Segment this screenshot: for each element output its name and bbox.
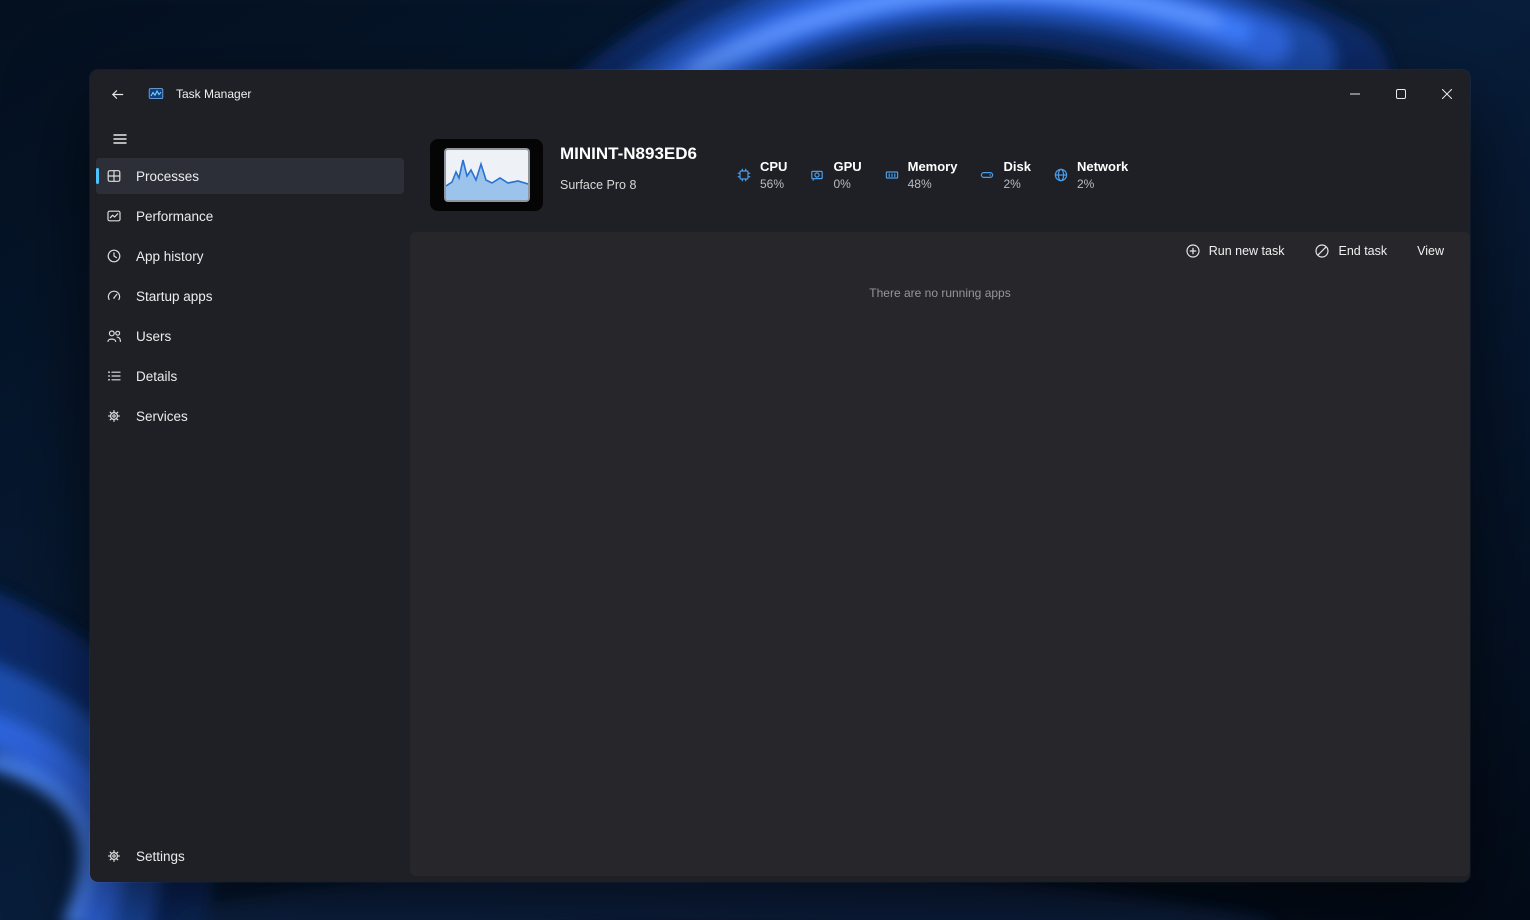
back-arrow-icon <box>110 87 125 102</box>
device-header: MININT-N893ED6 Surface Pro 8 CP <box>410 118 1470 232</box>
stat-gpu: GPU 0% <box>809 159 861 191</box>
stat-label: Network <box>1077 159 1128 174</box>
processes-icon <box>106 168 122 184</box>
minimize-button[interactable] <box>1332 70 1378 118</box>
stat-value: 2% <box>1077 177 1128 191</box>
services-icon <box>106 408 122 424</box>
stat-label: Memory <box>908 159 958 174</box>
sidebar-item-app-history[interactable]: App history <box>96 238 404 274</box>
stat-value: 56% <box>760 177 787 191</box>
sidebar-item-label: Services <box>136 409 188 424</box>
sidebar-item-processes[interactable]: Processes <box>96 158 404 194</box>
maximize-button[interactable] <box>1378 70 1424 118</box>
sidebar-item-label: Processes <box>136 169 199 184</box>
run-new-task-button[interactable]: Run new task <box>1185 243 1285 259</box>
sidebar-item-details[interactable]: Details <box>96 358 404 394</box>
stat-label: GPU <box>833 159 861 174</box>
device-model: Surface Pro 8 <box>560 178 636 192</box>
sidebar: Processes Performance App history <box>90 118 410 882</box>
close-icon <box>1442 89 1452 99</box>
settings-gear-icon <box>106 848 122 864</box>
sidebar-nav: Processes Performance App history <box>90 158 410 434</box>
hamburger-icon <box>112 131 128 147</box>
back-button[interactable] <box>102 79 132 109</box>
sidebar-item-label: Details <box>136 369 177 384</box>
end-task-label: End task <box>1338 244 1387 258</box>
main-content: MININT-N893ED6 Surface Pro 8 CP <box>410 118 1470 882</box>
sidebar-item-settings[interactable]: Settings <box>96 838 404 874</box>
sidebar-item-label: Performance <box>136 209 213 224</box>
end-task-icon <box>1314 243 1330 259</box>
disk-icon <box>979 167 995 183</box>
memory-icon <box>884 167 900 183</box>
details-icon <box>106 368 122 384</box>
titlebar: Task Manager <box>90 70 1470 118</box>
sidebar-item-startup-apps[interactable]: Startup apps <box>96 278 404 314</box>
device-thumbnail <box>430 139 543 211</box>
stat-label: Disk <box>1003 159 1030 174</box>
navigation-menu-button[interactable] <box>104 124 136 154</box>
window-controls <box>1332 70 1470 118</box>
task-manager-window: Task Manager <box>90 70 1470 882</box>
network-globe-icon <box>1053 167 1069 183</box>
sidebar-item-performance[interactable]: Performance <box>96 198 404 234</box>
cpu-icon <box>736 167 752 183</box>
view-label: View <box>1417 244 1444 258</box>
window-title: Task Manager <box>176 87 251 101</box>
empty-state-message: There are no running apps <box>410 286 1470 300</box>
sidebar-item-label: Settings <box>136 849 185 864</box>
maximize-icon <box>1396 89 1406 99</box>
startup-apps-icon <box>106 288 122 304</box>
device-name: MININT-N893ED6 <box>560 144 697 164</box>
sidebar-item-label: App history <box>136 249 204 264</box>
device-thumbnail-screen <box>446 150 528 200</box>
stat-cpu: CPU 56% <box>736 159 787 191</box>
processes-toolbar: Run new task End task View <box>1185 243 1444 259</box>
stat-value: 2% <box>1003 177 1030 191</box>
task-manager-app-icon <box>148 86 164 102</box>
selection-indicator <box>96 168 99 184</box>
performance-icon <box>106 208 122 224</box>
minimize-icon <box>1350 89 1360 99</box>
stat-value: 0% <box>833 177 861 191</box>
stat-memory: Memory 48% <box>884 159 958 191</box>
sidebar-item-label: Startup apps <box>136 289 213 304</box>
system-stats: CPU 56% GPU 0% <box>736 118 1128 232</box>
run-new-task-icon <box>1185 243 1201 259</box>
stat-disk: Disk 2% <box>979 159 1030 191</box>
processes-panel: Run new task End task View There are no … <box>410 232 1470 876</box>
close-button[interactable] <box>1424 70 1470 118</box>
gpu-icon <box>809 167 825 183</box>
app-history-icon <box>106 248 122 264</box>
users-icon <box>106 328 122 344</box>
sidebar-item-users[interactable]: Users <box>96 318 404 354</box>
view-button[interactable]: View <box>1417 244 1444 258</box>
end-task-button[interactable]: End task <box>1314 243 1387 259</box>
sidebar-item-services[interactable]: Services <box>96 398 404 434</box>
run-new-task-label: Run new task <box>1209 244 1285 258</box>
stat-value: 48% <box>908 177 958 191</box>
stat-label: CPU <box>760 159 787 174</box>
sidebar-item-label: Users <box>136 329 171 344</box>
stat-network: Network 2% <box>1053 159 1128 191</box>
